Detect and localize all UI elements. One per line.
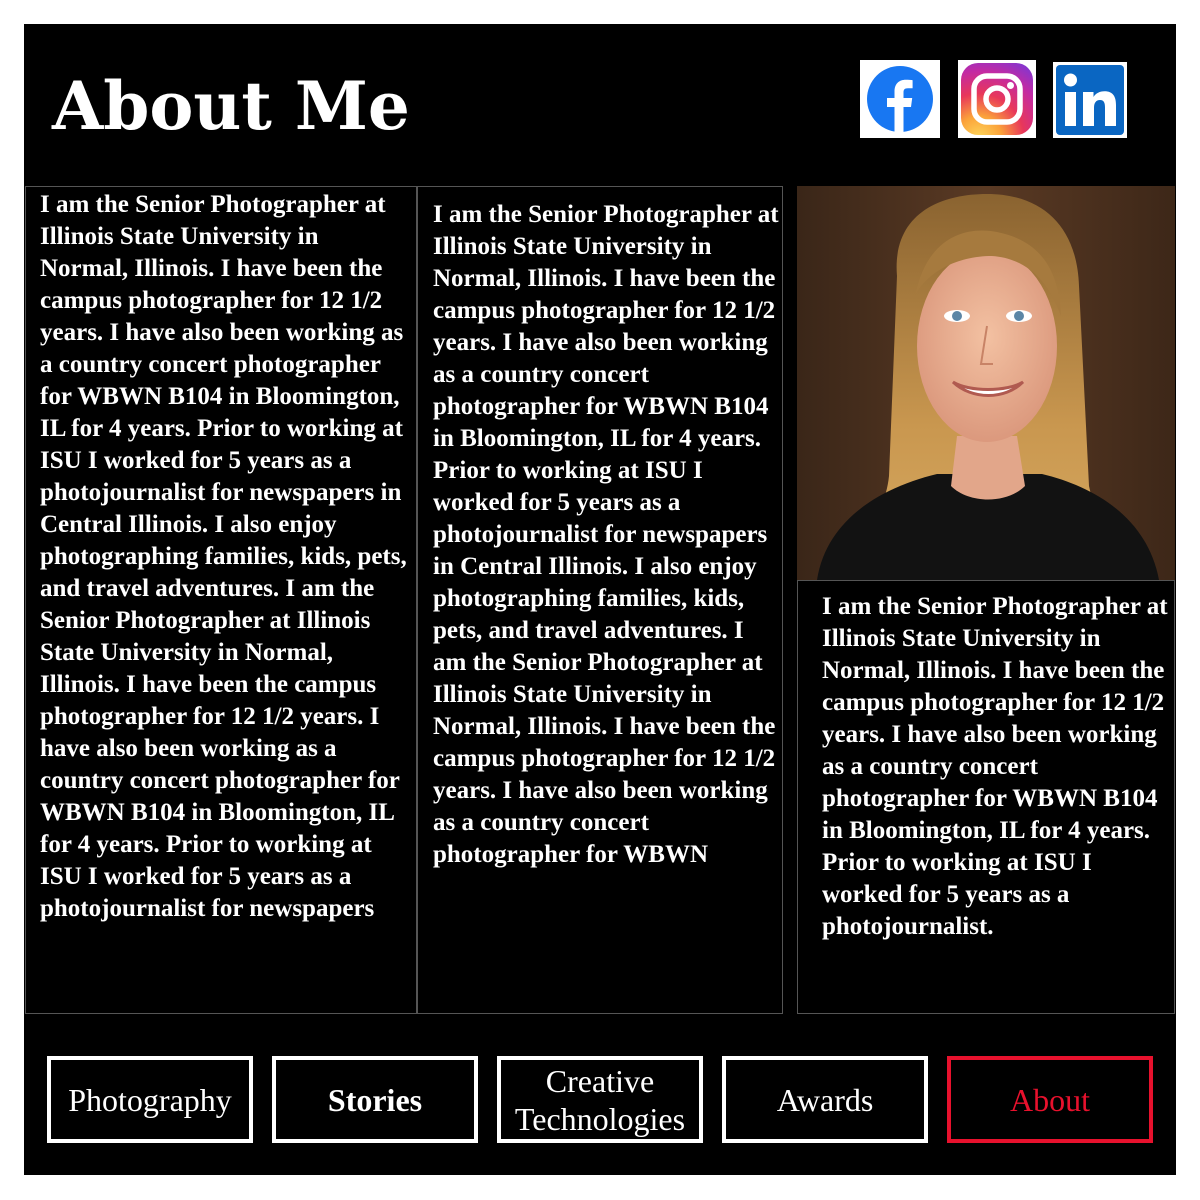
instagram-link[interactable]: [958, 60, 1036, 138]
bio-text-column-1: I am the Senior Photographer at Illinois…: [25, 186, 417, 1014]
nav-awards-button[interactable]: Awards: [722, 1056, 928, 1143]
nav-creative-technologies-button[interactable]: Creative Technologies: [497, 1056, 703, 1143]
nav-stories-button[interactable]: Stories: [272, 1056, 478, 1143]
page-title: About Me: [52, 67, 410, 145]
bio-text-column-3: I am the Senior Photographer at Illinois…: [797, 580, 1175, 1014]
linkedin-icon: [1056, 65, 1124, 135]
bio-text-column-2: I am the Senior Photographer at Illinois…: [417, 186, 783, 1014]
facebook-icon: [867, 66, 933, 132]
nav-about-button[interactable]: About: [947, 1056, 1153, 1143]
facebook-link[interactable]: [860, 60, 940, 138]
linkedin-link[interactable]: [1053, 62, 1127, 138]
nav-photography-button[interactable]: Photography: [47, 1056, 253, 1143]
instagram-icon: [961, 63, 1033, 135]
portrait-photo: [797, 186, 1175, 580]
